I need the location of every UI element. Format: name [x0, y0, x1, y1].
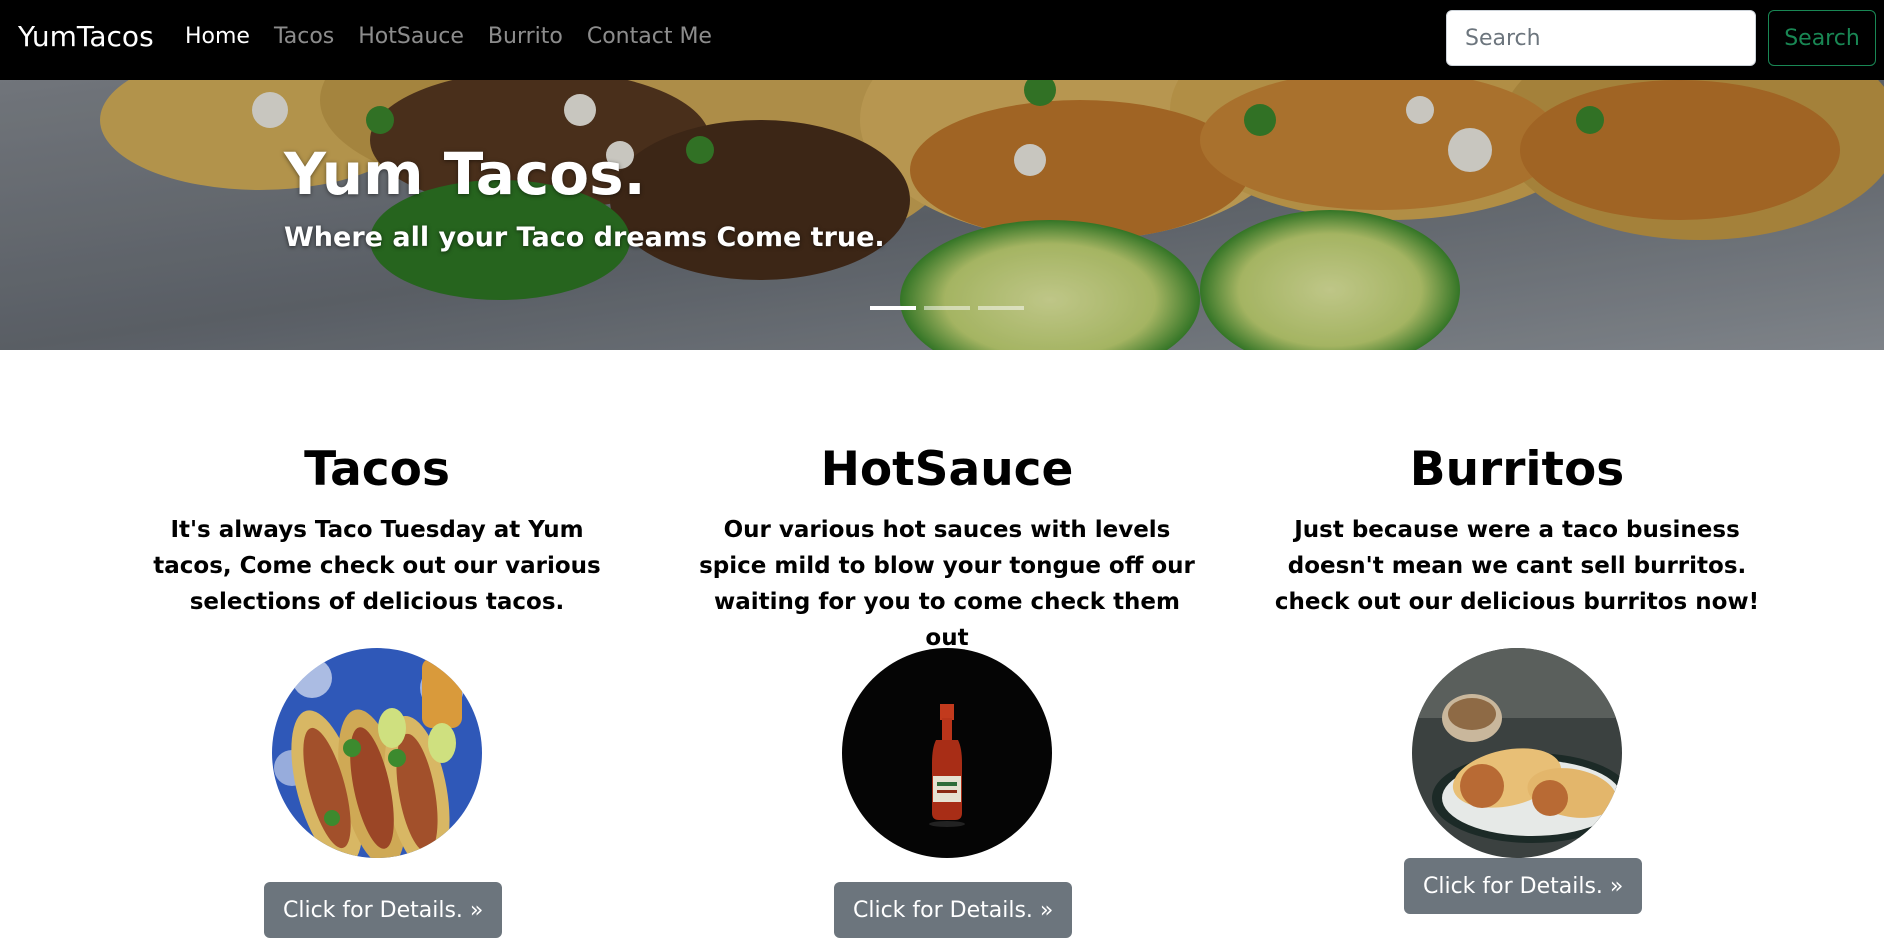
- tacos-image: [272, 648, 482, 858]
- nav-tacos[interactable]: Tacos: [274, 24, 334, 49]
- hero-carousel: Yum Tacos. Where all your Taco dreams Co…: [0, 80, 1884, 350]
- nav-contact-me[interactable]: Contact Me: [587, 24, 712, 49]
- burritos-description: Just because were a taco business doesn'…: [1274, 517, 1760, 615]
- tacos-description: It's always Taco Tuesday at Yum tacos, C…: [153, 517, 601, 615]
- hotsauce-image: [842, 648, 1052, 858]
- hero-subtitle: Where all your Taco dreams Come true.: [284, 222, 885, 253]
- hotsauce-details-button[interactable]: Click for Details. »: [834, 882, 1073, 938]
- tacos-column: Tacos It's always Taco Tuesday at Yum ta…: [117, 440, 637, 620]
- burritos-image: [1412, 648, 1622, 858]
- search-input[interactable]: [1446, 10, 1756, 66]
- nav-hotsauce[interactable]: HotSauce: [358, 24, 464, 49]
- hotsauce-column: HotSauce Our various hot sauces with lev…: [687, 440, 1207, 656]
- nav-burrito[interactable]: Burrito: [488, 24, 563, 49]
- tacos-heading: Tacos: [304, 442, 450, 497]
- hotsauce-heading: HotSauce: [820, 442, 1074, 497]
- tacos-details-button[interactable]: Click for Details. »: [264, 882, 503, 938]
- search-button[interactable]: Search: [1768, 10, 1876, 66]
- navbar: YumTacos Home Tacos HotSauce Burrito Con…: [0, 0, 1884, 80]
- carousel-indicators: [870, 306, 1024, 310]
- burritos-details-button[interactable]: Click for Details. »: [1404, 858, 1643, 914]
- carousel-indicator-3[interactable]: [978, 306, 1024, 310]
- nav-links: Home Tacos HotSauce Burrito Contact Me: [185, 24, 736, 49]
- carousel-indicator-2[interactable]: [924, 306, 970, 310]
- nav-home[interactable]: Home: [185, 24, 250, 49]
- carousel-indicator-1[interactable]: [870, 306, 916, 310]
- burritos-heading: Burritos: [1409, 442, 1625, 497]
- burritos-column: Burritos Just because were a taco busine…: [1257, 440, 1777, 620]
- hero-title: Yum Tacos.: [284, 140, 646, 208]
- hotsauce-description: Our various hot sauces with levels spice…: [699, 517, 1195, 651]
- brand-logo[interactable]: YumTacos: [18, 20, 154, 53]
